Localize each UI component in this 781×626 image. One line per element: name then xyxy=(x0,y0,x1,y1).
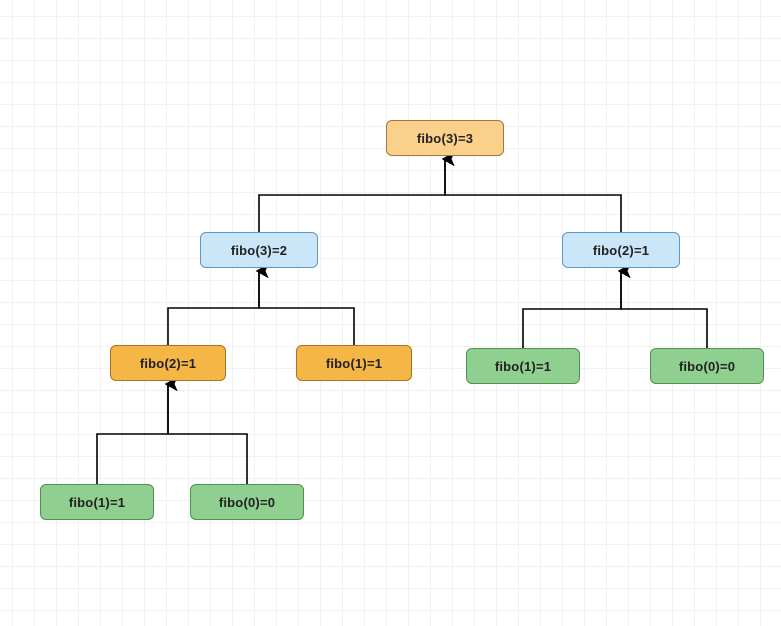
tree-node-label: fibo(3)=2 xyxy=(231,243,287,258)
diagram-canvas: fibo(3)=3 fibo(3)=2 fibo(2)=1 fibo(2)=1 fibo… xyxy=(0,0,781,626)
tree-node-lr: fibo(1)=1 xyxy=(296,345,412,381)
tree-node-label: fibo(0)=0 xyxy=(219,495,275,510)
edge-l-to-root xyxy=(259,159,445,232)
tree-node-label: fibo(1)=1 xyxy=(69,495,125,510)
tree-node-l: fibo(3)=2 xyxy=(200,232,318,268)
edge-lll-to-ll xyxy=(97,384,168,484)
tree-node-ll: fibo(2)=1 xyxy=(110,345,226,381)
tree-node-label: fibo(2)=1 xyxy=(593,243,649,258)
edge-rl-to-r xyxy=(523,271,621,348)
edge-llr-to-ll xyxy=(168,384,247,484)
tree-node-label: fibo(3)=3 xyxy=(417,131,473,146)
tree-node-rr: fibo(0)=0 xyxy=(650,348,764,384)
edge-lr-to-l xyxy=(259,271,354,345)
tree-node-rl: fibo(1)=1 xyxy=(466,348,580,384)
tree-node-llr: fibo(0)=0 xyxy=(190,484,304,520)
edge-layer xyxy=(0,0,781,626)
edge-ll-to-l xyxy=(168,271,259,345)
tree-node-label: fibo(1)=1 xyxy=(326,356,382,371)
edge-r-to-root xyxy=(445,159,621,232)
edge-rr-to-r xyxy=(621,271,707,348)
tree-node-label: fibo(2)=1 xyxy=(140,356,196,371)
tree-node-lll: fibo(1)=1 xyxy=(40,484,154,520)
tree-node-label: fibo(1)=1 xyxy=(495,359,551,374)
tree-node-label: fibo(0)=0 xyxy=(679,359,735,374)
tree-node-root: fibo(3)=3 xyxy=(386,120,504,156)
tree-node-r: fibo(2)=1 xyxy=(562,232,680,268)
